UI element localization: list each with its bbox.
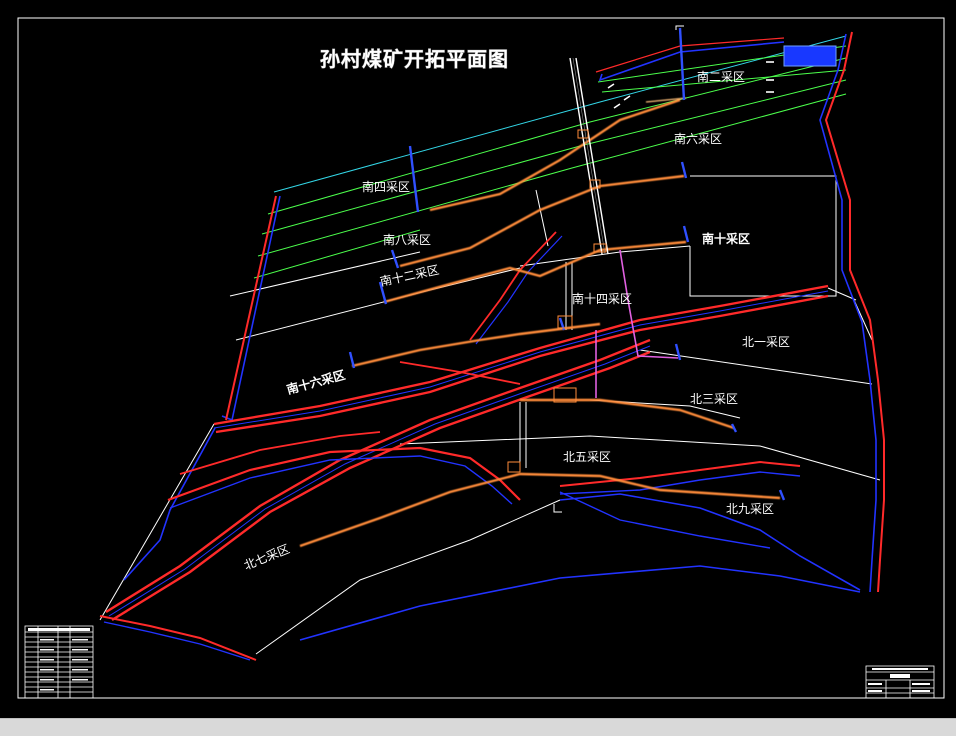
mine-plan-drawing: 南二采区 南六采区 南四采区 南八采区 南十采区 南十二采区 南十四采区 南十六… [17,17,945,699]
main-roadways [105,231,829,622]
area-label: 北一采区 [742,335,790,349]
station [507,461,521,473]
cad-viewport[interactable]: 南二采区 南六采区 南四采区 南八采区 南十采区 南十二采区 南十四采区 南十六… [0,0,956,718]
seam-line [261,79,847,235]
drift [399,174,685,268]
area-label: 南四采区 [362,179,410,194]
main-roadway-inner [108,345,651,617]
drift [429,98,681,212]
main-roadway [559,491,771,549]
blue-marker [678,27,686,101]
boundary-line-inner [559,493,861,591]
area-boundaries [99,175,881,655]
area-label: 北七采区 [242,542,292,573]
boundary-line-inner [598,41,785,82]
main-roadway [475,235,563,345]
blue-marker [682,225,690,243]
seam-line [257,93,847,257]
area-label: 南八采区 [383,232,431,247]
boundary-line [595,37,785,73]
seam-lines [253,35,847,279]
area-label: 南六采区 [674,131,722,146]
boundary-line-inner [103,621,251,661]
main-shaft [569,57,609,255]
area-label: 北三采区 [690,392,738,406]
blue-marker [408,145,420,213]
area-label: 南二采区 [697,69,745,84]
main-roadway [559,460,801,487]
boundary-line-inner [299,565,861,641]
title-block [865,665,935,699]
main-roadway [469,231,557,341]
area-label: 南十四采区 [572,291,632,306]
pink-roadway [595,249,679,398]
area-label: 北五采区 [563,450,611,464]
corner-marks [553,25,684,513]
blue-marker [390,249,400,269]
blue-marker [778,489,786,501]
status-bar [0,718,956,736]
drift [351,322,601,368]
main-roadway [167,446,521,502]
area-label: 南十六采区 [285,367,347,397]
area-label: 南十二采区 [379,262,441,289]
boundary-line [99,615,257,661]
goaf-block [783,45,837,67]
seam-line [267,57,847,215]
area-label: 北九采区 [726,502,774,516]
drift [299,472,781,548]
boundary-line [225,195,277,421]
legend-table [24,625,94,699]
drawing-frame [17,17,945,699]
area-label: 南十采区 [702,231,750,246]
main-roadway [169,455,513,509]
map-title: 孙村煤矿开拓平面图 [320,47,509,71]
